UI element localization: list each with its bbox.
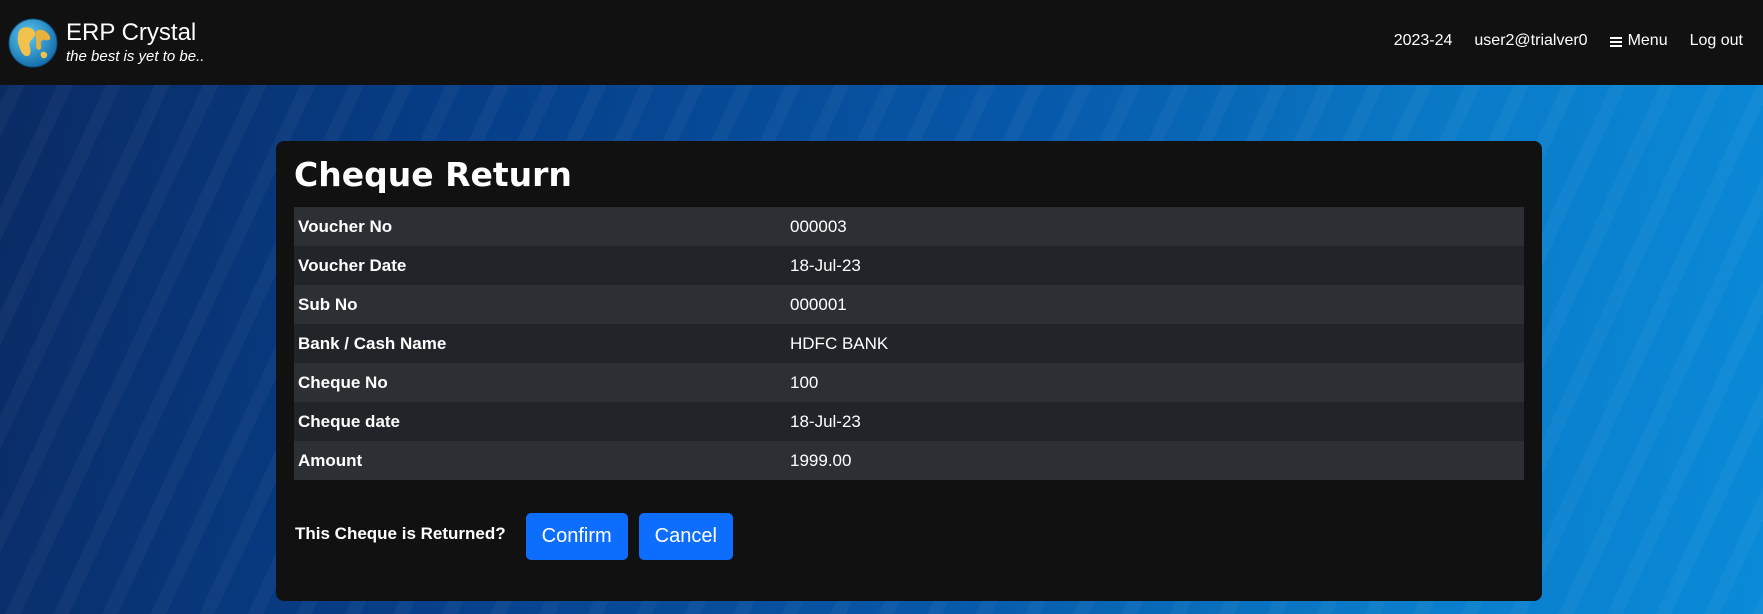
brand-tagline: the best is yet to be.. <box>66 47 205 65</box>
confirm-question: This Cheque is Returned? <box>295 523 506 543</box>
brand-title: ERP Crystal <box>66 18 197 46</box>
user-link[interactable]: user2@trialver0 <box>1474 32 1587 50</box>
row-label: Cheque date <box>294 402 786 441</box>
row-value: HDFC BANK <box>786 324 1524 363</box>
cancel-button[interactable]: Cancel <box>638 513 733 560</box>
table-row: Voucher No 000003 <box>294 207 1524 246</box>
row-value: 000003 <box>786 207 1524 246</box>
row-value: 100 <box>786 363 1524 402</box>
table-row: Voucher Date 18-Jul-23 <box>294 246 1524 285</box>
menu-label: Menu <box>1627 31 1668 49</box>
fiscal-year-link[interactable]: 2023-24 <box>1394 32 1453 50</box>
row-label: Sub No <box>294 285 786 324</box>
table-row: Bank / Cash Name HDFC BANK <box>294 324 1524 363</box>
top-navbar: ERP Crystal the best is yet to be.. 2023… <box>0 0 1763 85</box>
row-label: Bank / Cash Name <box>294 324 786 363</box>
table-row: Cheque No 100 <box>294 363 1524 402</box>
row-label: Voucher Date <box>294 246 786 285</box>
row-label: Amount <box>294 441 786 480</box>
hamburger-icon <box>1609 36 1622 47</box>
logout-link[interactable]: Log out <box>1690 32 1743 50</box>
page-title: Cheque Return <box>294 155 572 194</box>
cheque-return-card: Cheque Return Voucher No 000003 Voucher … <box>276 141 1542 601</box>
row-label: Cheque No <box>294 363 786 402</box>
voucher-details-table: Voucher No 000003 Voucher Date 18-Jul-23… <box>294 207 1524 480</box>
row-value: 18-Jul-23 <box>786 402 1524 441</box>
confirm-button[interactable]: Confirm <box>525 513 628 560</box>
confirm-row: This Cheque is Returned? Confirm Cancel <box>294 513 1524 560</box>
row-value: 000001 <box>786 285 1524 324</box>
row-label: Voucher No <box>294 207 786 246</box>
row-value: 18-Jul-23 <box>786 246 1524 285</box>
globe-icon <box>8 18 58 67</box>
row-value: 1999.00 <box>786 441 1524 480</box>
table-row: Amount 1999.00 <box>294 441 1524 480</box>
table-row: Sub No 000001 <box>294 285 1524 324</box>
menu-button[interactable]: Menu <box>1609 31 1668 50</box>
brand[interactable]: ERP Crystal the best is yet to be.. <box>8 18 204 68</box>
nav-right: 2023-24 user2@trialver0 Menu Log out <box>1394 32 1743 50</box>
table-row: Cheque date 18-Jul-23 <box>294 402 1524 441</box>
